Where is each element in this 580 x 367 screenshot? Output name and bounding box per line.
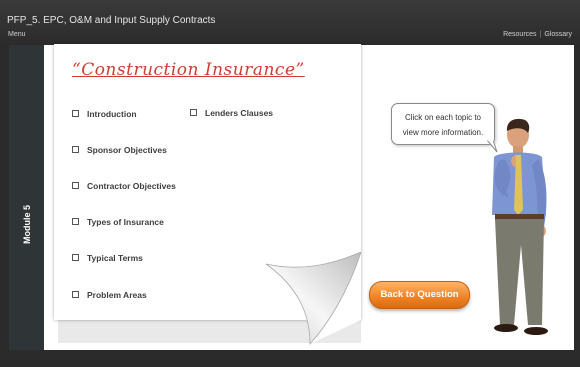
checkbox-icon [72, 218, 79, 226]
presenter-figure [492, 118, 548, 335]
checkbox-icon [72, 182, 79, 190]
module-label: Module 5 [22, 204, 32, 244]
checkbox-icon [72, 110, 79, 118]
glossary-link[interactable]: Glossary [544, 31, 572, 38]
topic-problem-areas[interactable]: Problem Areas [72, 290, 147, 300]
checkbox-icon [72, 291, 79, 299]
topic-label: Sponsor Objectives [87, 145, 167, 155]
topic-label: Problem Areas [87, 290, 147, 300]
page-curl [265, 252, 362, 346]
checkbox-icon [72, 146, 79, 154]
topic-label: Lenders Clauses [205, 108, 274, 118]
left-frame [0, 45, 9, 355]
topic-label: Typical Terms [87, 253, 143, 263]
bottom-bar [0, 350, 580, 367]
topic-contractor-objectives[interactable]: Contractor Objectives [72, 181, 176, 191]
module-tab: Module 5 [9, 45, 44, 350]
topic-label: Types of Insurance [87, 217, 164, 227]
top-bar: PFP_5. EPC, O&M and Input Supply Contrac… [0, 0, 580, 45]
topic-types-of-insurance[interactable]: Types of Insurance [72, 217, 164, 227]
back-to-question-button[interactable]: Back to Question [369, 281, 470, 309]
link-separator: | [539, 31, 542, 38]
topic-sponsor-objectives[interactable]: Sponsor Objectives [72, 145, 167, 155]
checkbox-icon [72, 254, 79, 262]
right-frame [574, 45, 580, 355]
topic-introduction[interactable]: Introduction [72, 109, 137, 119]
checkbox-icon [190, 109, 197, 117]
menu-link[interactable]: Menu [8, 31, 26, 38]
topic-typical-terms[interactable]: Typical Terms [72, 253, 143, 263]
top-links: Resources | Glossary [503, 31, 572, 38]
course-title: PFP_5. EPC, O&M and Input Supply Contrac… [7, 15, 216, 26]
topic-lenders-clauses[interactable]: Lenders Clauses [190, 108, 273, 118]
resources-link[interactable]: Resources [503, 31, 536, 38]
topic-label: Introduction [87, 109, 137, 119]
topic-label: Contractor Objectives [87, 181, 176, 191]
page-title: “Construction Insurance” [72, 60, 305, 80]
